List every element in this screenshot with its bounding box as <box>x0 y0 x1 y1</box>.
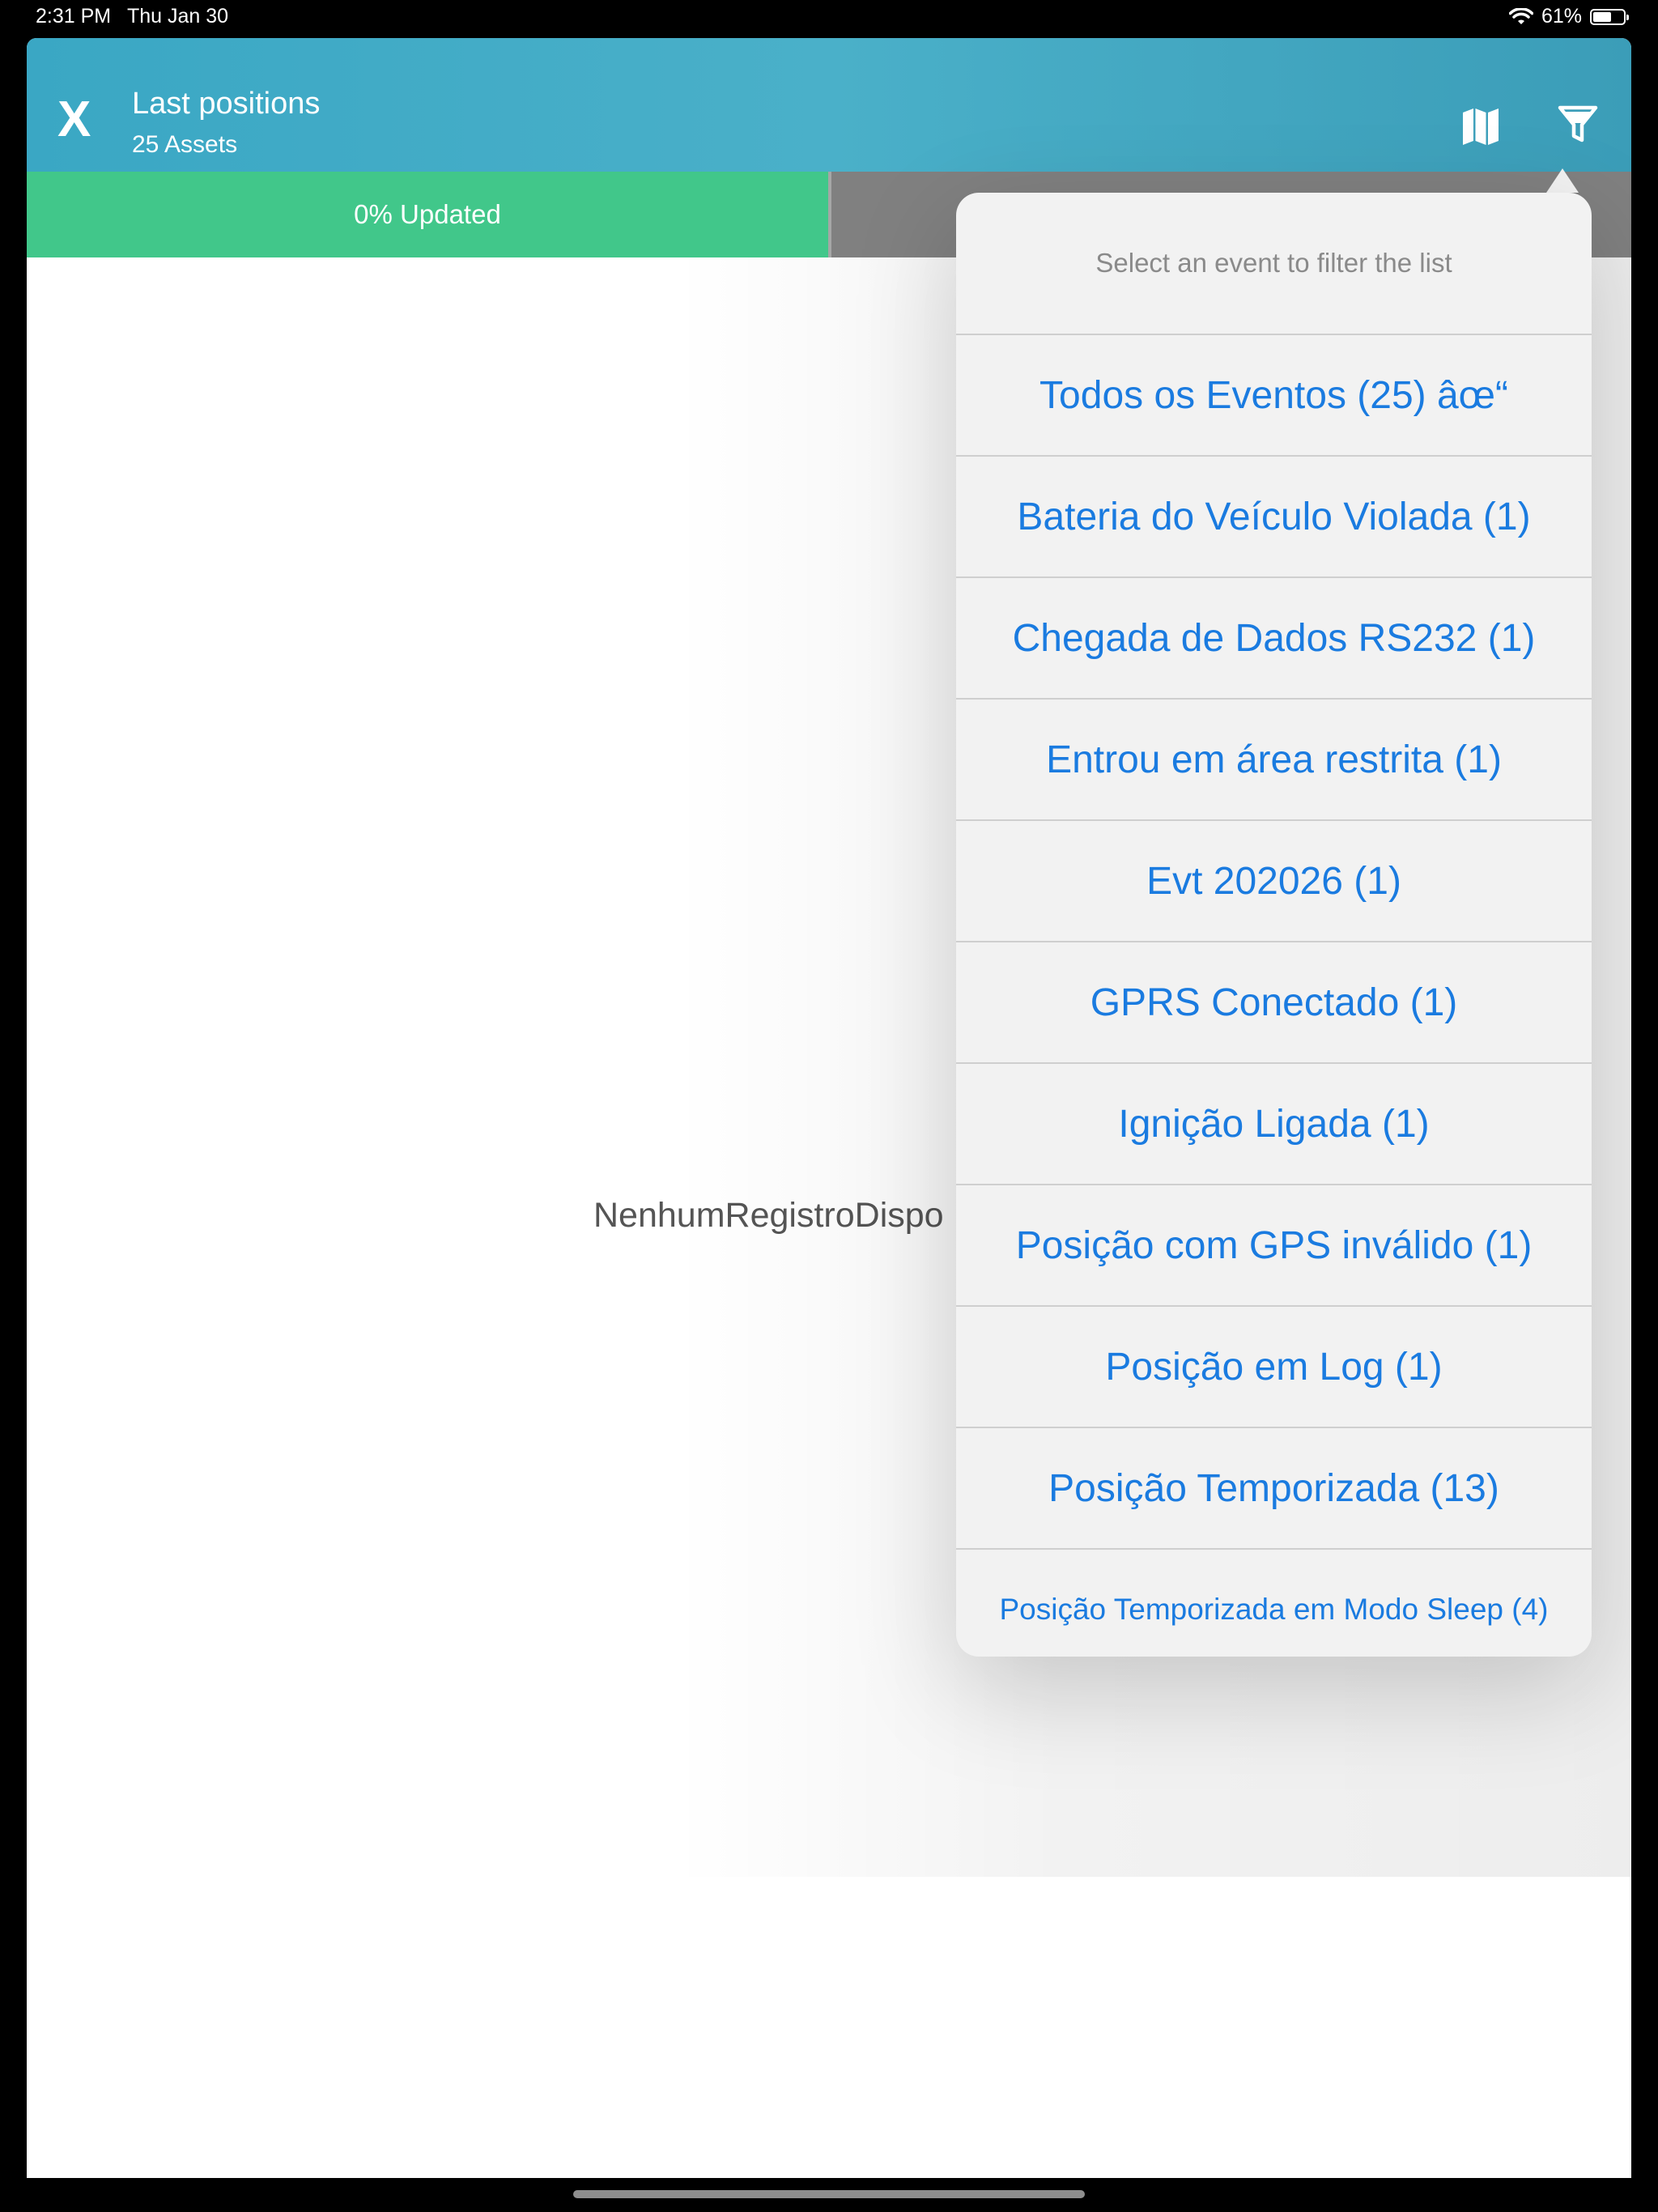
empty-list-message: NenhumRegistroDispo <box>593 1196 944 1235</box>
battery-icon <box>1590 8 1629 25</box>
event-item-gps-invalido[interactable]: Posição com GPS inválido (1) <box>956 1185 1592 1307</box>
progress-label: 0% Updated <box>354 199 501 229</box>
map-icon[interactable] <box>1460 104 1502 147</box>
event-item-all[interactable]: Todos os Eventos (25) âœ“ <box>956 335 1592 457</box>
battery-percent: 61% <box>1541 5 1582 28</box>
event-item-evt-202026[interactable]: Evt 202026 (1) <box>956 821 1592 942</box>
popover-header: Select an event to filter the list <box>956 193 1592 335</box>
page-subtitle: 25 Assets <box>132 131 238 158</box>
event-item-ignicao[interactable]: Ignição Ligada (1) <box>956 1064 1592 1185</box>
nav-header: X Last positions 25 Assets <box>27 38 1631 172</box>
home-indicator[interactable] <box>573 2190 1085 2198</box>
event-filter-popover: Select an event to filter the list Todos… <box>956 193 1592 1657</box>
popover-arrow <box>1546 168 1579 193</box>
event-item-area-restrita[interactable]: Entrou em área restrita (1) <box>956 700 1592 821</box>
status-date: Thu Jan 30 <box>127 5 229 28</box>
event-item-temporizada[interactable]: Posição Temporizada (13) <box>956 1428 1592 1550</box>
event-item-bateria[interactable]: Bateria do Veículo Violada (1) <box>956 457 1592 578</box>
close-button[interactable]: X <box>57 95 91 145</box>
page-title: Last positions <box>132 87 321 121</box>
event-item-modo-sleep[interactable]: Posição Temporizada em Modo Sleep (4) <box>956 1550 1592 1657</box>
event-item-gprs[interactable]: GPRS Conectado (1) <box>956 942 1592 1064</box>
status-bar: 2:31 PM Thu Jan 30 61% <box>0 0 1658 37</box>
status-right: 61% <box>1508 5 1629 28</box>
event-item-log[interactable]: Posição em Log (1) <box>956 1307 1592 1428</box>
status-time: 2:31 PM <box>36 5 112 28</box>
event-item-rs232[interactable]: Chegada de Dados RS232 (1) <box>956 578 1592 700</box>
wifi-icon <box>1508 7 1533 24</box>
filter-icon[interactable] <box>1555 101 1601 147</box>
